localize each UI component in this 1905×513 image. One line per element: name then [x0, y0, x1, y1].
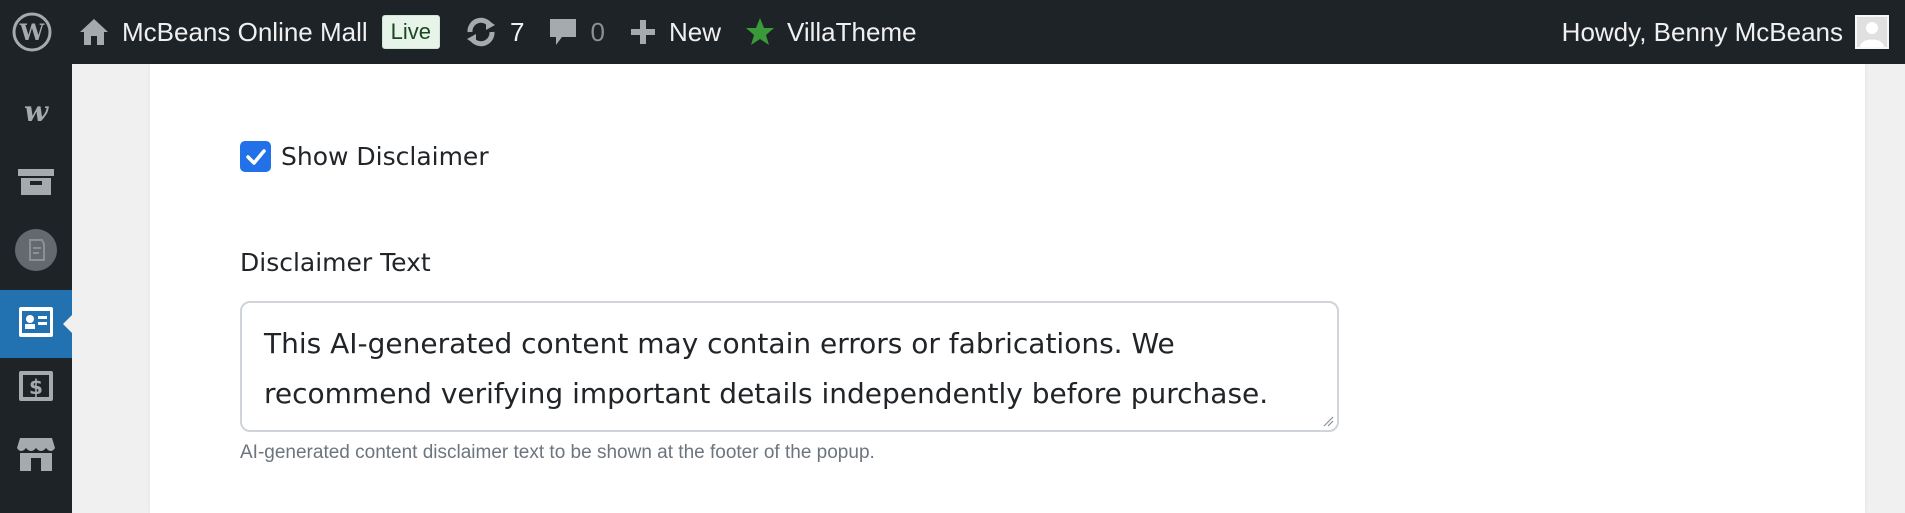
svg-text:W: W [19, 20, 45, 46]
wordpress-menu[interactable]: W [0, 0, 66, 64]
updates-menu[interactable]: 7 [452, 0, 536, 64]
show-disclaimer-label: Show Disclaimer [281, 142, 489, 171]
star-icon [745, 17, 775, 47]
svg-text:w: w [24, 99, 49, 125]
disclaimer-text-value: This AI-generated content may contain er… [264, 327, 1269, 410]
plus-icon [629, 18, 657, 46]
resize-handle-icon[interactable] [1322, 415, 1334, 427]
sidebar-item-plugin[interactable] [0, 218, 72, 286]
refresh-icon [464, 16, 498, 48]
comments-count: 0 [590, 16, 605, 47]
live-badge: Live [381, 15, 441, 49]
home-icon [78, 17, 110, 47]
villatheme-label: VillaTheme [786, 16, 917, 47]
sidebar-item-payments[interactable]: $ [0, 354, 72, 422]
checkmark-icon [245, 148, 266, 165]
sidebar-item-archive[interactable] [0, 150, 72, 218]
svg-text:$: $ [29, 375, 43, 399]
wordpress-logo-icon: W [12, 12, 52, 52]
woocommerce-icon: w [16, 95, 56, 130]
admin-sidebar: w $ [0, 64, 72, 513]
dollar-icon: $ [18, 370, 54, 407]
updates-count: 7 [510, 16, 525, 47]
show-disclaimer-checkbox-row[interactable]: Show Disclaimer [240, 141, 489, 172]
comment-icon [548, 16, 578, 48]
id-card-icon [18, 306, 54, 343]
my-account-menu[interactable]: Howdy, Benny McBeans [1562, 0, 1905, 64]
site-name-menu[interactable]: McBeans Online Mall Live [66, 0, 452, 64]
new-content-menu[interactable]: New [617, 0, 733, 64]
sidebar-item-store[interactable] [0, 422, 72, 490]
user-avatar [1855, 15, 1889, 49]
show-disclaimer-checkbox[interactable] [240, 141, 271, 172]
villatheme-menu[interactable]: VillaTheme [733, 0, 929, 64]
disclaimer-text-label: Disclaimer Text [240, 248, 431, 277]
new-label: New [668, 16, 721, 47]
disclaimer-help-text: AI-generated content disclaimer text to … [240, 442, 875, 463]
disclaimer-text-input[interactable]: This AI-generated content may contain er… [240, 301, 1339, 432]
store-icon [16, 436, 56, 477]
sidebar-item-woocommerce[interactable]: w [0, 80, 72, 148]
archive-box-icon [17, 167, 55, 202]
admin-bar: W McBeans Online Mall Live 7 0 New Villa… [0, 0, 1905, 64]
comments-menu[interactable]: 0 [536, 0, 616, 64]
howdy-text: Howdy, Benny McBeans [1561, 16, 1843, 47]
sidebar-item-id-card[interactable] [0, 290, 72, 358]
site-name: McBeans Online Mall [122, 16, 368, 47]
plugin-badge-icon [14, 228, 58, 277]
